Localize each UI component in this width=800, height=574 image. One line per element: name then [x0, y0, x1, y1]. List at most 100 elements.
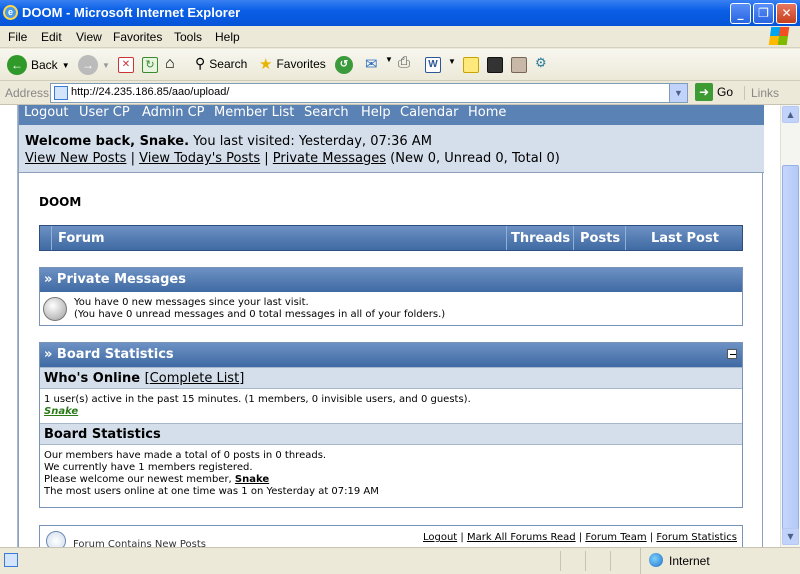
scroll-up-icon[interactable]: ▲: [782, 106, 799, 123]
menu-file[interactable]: File: [8, 30, 27, 44]
edit-dropdown-icon[interactable]: ▼: [448, 57, 456, 66]
discuss-icon[interactable]: [463, 57, 479, 73]
address-bar: Address http://24.235.186.85/aao/upload/…: [0, 81, 800, 105]
welcome-greeting: Welcome back, Snake.: [25, 134, 190, 149]
minimize-button[interactable]: _: [730, 3, 751, 24]
address-url[interactable]: http://24.235.186.85/aao/upload/: [71, 86, 229, 98]
tools-icon[interactable]: ⚙: [535, 55, 547, 71]
forum-statistics-link[interactable]: Forum Statistics: [656, 532, 737, 543]
private-messages-link[interactable]: Private Messages: [273, 151, 386, 166]
forward-button[interactable]: → ▼: [78, 55, 110, 75]
welcome-panel: Welcome back, Snake. You last visited: Y…: [19, 125, 764, 173]
col-threads: Threads: [511, 231, 571, 246]
maximize-button[interactable]: ❐: [753, 3, 774, 24]
new-posts-icon: [46, 531, 66, 547]
zone-label: Internet: [669, 554, 710, 568]
nav-admin-cp[interactable]: Admin CP: [142, 105, 204, 120]
pm-header[interactable]: » Private Messages: [40, 268, 742, 292]
left-margin: [0, 105, 18, 547]
address-dropdown-icon[interactable]: ▼: [669, 84, 687, 102]
window-title: DOOM - Microsoft Internet Explorer: [22, 5, 241, 20]
back-arrow-icon: ←: [7, 55, 27, 75]
footer-logout-link[interactable]: Logout: [423, 532, 457, 543]
windows-logo-icon: [768, 27, 790, 45]
vertical-scrollbar[interactable]: ▲ ▼: [780, 105, 800, 547]
status-page-icon: [4, 553, 18, 567]
nav-search[interactable]: Search: [304, 105, 349, 120]
print-icon[interactable]: ⎙: [398, 54, 410, 71]
last-visit-text: You last visited: Yesterday, 07:36 AM: [193, 134, 432, 149]
page-icon: [54, 86, 68, 100]
go-button[interactable]: ➜ Go: [695, 83, 733, 101]
page-viewport: Logout User CP Admin CP Member List Sear…: [0, 105, 780, 547]
favorites-star-icon: ★: [259, 56, 273, 73]
go-arrow-icon: ➜: [695, 83, 713, 101]
nav-help[interactable]: Help: [361, 105, 391, 120]
title-bar: e DOOM - Microsoft Internet Explorer _ ❐…: [0, 0, 800, 26]
pm-line-1: You have 0 new messages since your last …: [74, 297, 309, 308]
newest-member-link[interactable]: Snake: [235, 474, 269, 485]
forum-title: DOOM: [39, 195, 82, 209]
menu-tools[interactable]: Tools: [174, 30, 202, 44]
refresh-icon[interactable]: ↻: [142, 57, 158, 73]
board-statistics-block: » Board Statistics Who's Online [Complet…: [39, 342, 743, 508]
online-summary: 1 user(s) active in the past 15 minutes.…: [44, 394, 471, 405]
complete-list-link[interactable]: Complete List: [150, 371, 240, 386]
forward-dropdown-icon[interactable]: ▼: [102, 61, 110, 70]
whos-online-body: 1 user(s) active in the past 15 minutes.…: [40, 389, 742, 423]
nav-logout[interactable]: Logout: [24, 105, 69, 120]
favorites-button[interactable]: ★ Favorites: [259, 55, 326, 73]
view-new-posts-link[interactable]: View New Posts: [25, 151, 126, 166]
scroll-thumb[interactable]: [782, 165, 799, 545]
view-todays-posts-link[interactable]: View Today's Posts: [139, 151, 260, 166]
forward-arrow-icon: →: [78, 55, 98, 75]
security-zone: Internet: [640, 548, 710, 574]
close-button[interactable]: ✕: [776, 3, 797, 24]
pm-counts: (New 0, Unread 0, Total 0): [390, 151, 560, 166]
back-dropdown-icon[interactable]: ▼: [62, 61, 70, 70]
forum-page: Logout User CP Admin CP Member List Sear…: [18, 105, 764, 547]
forum-team-link[interactable]: Forum Team: [585, 532, 646, 543]
online-user-link[interactable]: Snake: [44, 406, 78, 417]
messenger-icon[interactable]: [487, 57, 503, 73]
search-button[interactable]: ⚲ Search: [195, 55, 247, 72]
internet-globe-icon: [649, 553, 663, 567]
nav-member-list[interactable]: Member List: [214, 105, 294, 120]
collapse-icon[interactable]: [727, 349, 737, 359]
menu-edit[interactable]: Edit: [41, 30, 62, 44]
menu-view[interactable]: View: [76, 30, 102, 44]
scroll-down-icon[interactable]: ▼: [782, 528, 799, 545]
mail-icon[interactable]: ✉: [365, 55, 378, 73]
col-forum: Forum: [58, 231, 105, 246]
private-messages-block: » Private Messages You have 0 new messag…: [39, 267, 743, 326]
forum-navbar: Logout User CP Admin CP Member List Sear…: [19, 105, 764, 125]
menu-favorites[interactable]: Favorites: [113, 30, 162, 44]
legend-new-posts: Forum Contains New Posts: [73, 539, 206, 547]
stop-icon[interactable]: ✕: [118, 57, 134, 73]
research-icon[interactable]: [511, 57, 527, 73]
history-icon[interactable]: ↺: [335, 56, 353, 74]
forum-footer: Forum Contains New Posts Logout | Mark A…: [39, 525, 743, 547]
menu-bar: File Edit View Favorites Tools Help: [0, 26, 800, 48]
address-input[interactable]: http://24.235.186.85/aao/upload/ ▼: [50, 83, 688, 103]
edit-word-icon[interactable]: W: [425, 57, 441, 73]
mail-dropdown-icon[interactable]: ▼: [385, 55, 393, 64]
mark-all-read-link[interactable]: Mark All Forums Read: [467, 532, 576, 543]
menu-help[interactable]: Help: [215, 30, 240, 44]
nav-user-cp[interactable]: User CP: [79, 105, 130, 120]
nav-home[interactable]: Home: [468, 105, 506, 120]
nav-calendar[interactable]: Calendar: [400, 105, 458, 120]
pm-line-2: (You have 0 unread messages and 0 total …: [74, 309, 446, 320]
links-toolbar[interactable]: Links: [744, 86, 779, 100]
col-posts: Posts: [580, 231, 621, 246]
forum-table-header: Forum Threads Posts Last Post: [39, 225, 743, 251]
address-label: Address: [5, 86, 50, 100]
status-bar: Internet: [0, 547, 800, 574]
home-icon[interactable]: ⌂: [165, 55, 175, 73]
search-icon: ⚲: [195, 55, 206, 71]
back-button[interactable]: ← Back ▼: [7, 55, 70, 75]
ie-logo-icon: e: [3, 5, 18, 20]
col-last-post: Last Post: [651, 231, 719, 246]
board-stats-subheader: Board Statistics: [40, 423, 742, 445]
whos-online-header: Who's Online [Complete List]: [40, 367, 742, 389]
